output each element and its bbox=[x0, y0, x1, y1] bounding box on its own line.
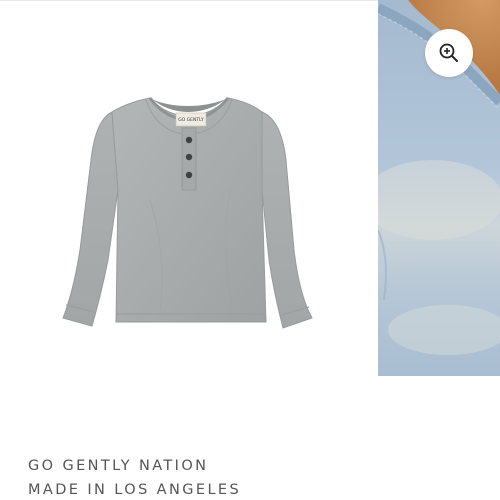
product-image-main[interactable]: GO GENTLY bbox=[0, 0, 378, 420]
button-3-icon bbox=[185, 171, 193, 179]
zoom-in-icon bbox=[439, 43, 458, 62]
brand-info: GO GENTLY NATION MADE IN LOS ANGELES bbox=[28, 454, 488, 500]
brand-name: GO GENTLY NATION bbox=[28, 458, 209, 474]
zoom-button[interactable] bbox=[425, 29, 473, 77]
shirt-tag-text: GO GENTLY bbox=[178, 117, 204, 123]
product-page: GO GENTLY GO GENTLY NATION MADE IN LOS A… bbox=[0, 0, 500, 500]
button-2-icon bbox=[185, 153, 193, 161]
henley-shirt-illustration: GO GENTLY bbox=[62, 97, 313, 329]
button-1-icon bbox=[185, 136, 193, 144]
brand-origin: MADE IN LOS ANGELES bbox=[28, 482, 242, 498]
